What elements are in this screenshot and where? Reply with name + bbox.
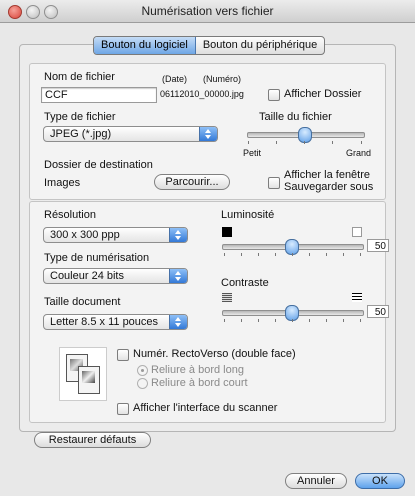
light-icon xyxy=(352,227,362,237)
slider-tick xyxy=(361,141,362,144)
slider-tick xyxy=(241,253,242,256)
select-arrows-icon xyxy=(169,228,187,242)
slider-tick xyxy=(292,319,293,322)
slider-tick xyxy=(309,319,310,322)
slider-tick xyxy=(360,319,361,322)
file-type-value: JPEG (*.jpg) xyxy=(50,128,112,140)
tab-software-button[interactable]: Bouton du logiciel xyxy=(94,37,196,54)
duplex-icon xyxy=(59,347,107,401)
restore-defaults-button[interactable]: Restaurer défauts xyxy=(34,432,151,448)
slider-tick xyxy=(292,253,293,256)
slider-tick xyxy=(275,253,276,256)
slider-tick xyxy=(275,319,276,322)
slider-tick xyxy=(258,253,259,256)
contrast-label: Contraste xyxy=(221,277,269,289)
slider-tick xyxy=(304,141,305,144)
number-label: (Numéro) xyxy=(203,74,242,84)
brightness-label: Luminosité xyxy=(221,209,275,221)
file-type-select[interactable]: JPEG (*.jpg) xyxy=(43,126,218,142)
resolution-value: 300 x 300 ppp xyxy=(50,229,120,241)
tab-bar: Bouton du logiciel Bouton du périphériqu… xyxy=(93,36,326,55)
resolution-label: Résolution xyxy=(44,209,96,221)
show-folder-checkbox[interactable] xyxy=(268,89,280,101)
slider-tick xyxy=(241,319,242,322)
slider-tick xyxy=(224,253,225,256)
slider-tick xyxy=(276,141,277,144)
show-save-as-label-1: Afficher la fenêtre xyxy=(284,169,371,181)
slider-tick xyxy=(343,253,344,256)
slider-tick xyxy=(258,319,259,322)
resolution-select[interactable]: 300 x 300 ppp xyxy=(43,227,188,243)
long-edge-radio[interactable] xyxy=(137,365,148,376)
cancel-button[interactable]: Annuler xyxy=(285,473,347,489)
dark-icon xyxy=(222,227,232,237)
file-size-label: Taille du fichier xyxy=(259,111,332,123)
slider-tick xyxy=(224,319,225,322)
select-arrows-icon xyxy=(199,127,217,141)
file-type-label: Type de fichier xyxy=(44,111,116,123)
ok-button[interactable]: OK xyxy=(355,473,405,489)
slider-tick xyxy=(248,141,249,144)
long-edge-label: Reliure à bord long xyxy=(151,364,244,376)
document-size-value: Letter 8.5 x 11 pouces xyxy=(50,316,159,328)
file-name-input[interactable]: CCF xyxy=(41,87,157,103)
short-edge-radio[interactable] xyxy=(137,378,148,389)
slider-tick xyxy=(360,253,361,256)
high-contrast-icon xyxy=(352,293,362,302)
show-folder-label: Afficher Dossier xyxy=(284,88,362,100)
date-label: (Date) xyxy=(162,74,188,84)
duplex-checkbox[interactable] xyxy=(117,349,129,361)
scan-type-select[interactable]: Couleur 24 bits xyxy=(43,268,188,284)
page-icon xyxy=(78,366,100,394)
file-name-preview: 06112010_00000.jpg xyxy=(160,89,244,99)
document-size-select[interactable]: Letter 8.5 x 11 pouces xyxy=(43,314,188,330)
slider-tick xyxy=(343,319,344,322)
slider-tick xyxy=(326,319,327,322)
file-size-min-label: Petit xyxy=(243,148,262,158)
scanner-interface-checkbox[interactable] xyxy=(117,403,129,415)
brightness-value[interactable]: 50 xyxy=(367,239,389,252)
scan-type-label: Type de numérisation xyxy=(44,252,150,264)
low-contrast-icon xyxy=(222,293,232,302)
short-edge-label: Reliure à bord court xyxy=(151,377,248,389)
destination-label: Dossier de destination xyxy=(44,159,153,171)
file-name-label: Nom de fichier xyxy=(44,71,115,83)
file-size-slider-knob[interactable] xyxy=(298,127,312,143)
scan-type-value: Couleur 24 bits xyxy=(50,270,124,282)
select-arrows-icon xyxy=(169,315,187,329)
document-size-label: Taille document xyxy=(44,296,121,308)
slider-tick xyxy=(332,141,333,144)
scanner-interface-label: Afficher l'interface du scanner xyxy=(133,402,278,414)
browse-button[interactable]: Parcourir... xyxy=(154,174,230,190)
tab-device-button[interactable]: Bouton du périphérique xyxy=(196,37,324,54)
slider-tick xyxy=(309,253,310,256)
slider-tick xyxy=(326,253,327,256)
duplex-label: Numér. RectoVerso (double face) xyxy=(133,348,296,360)
show-save-as-label-2: Sauvegarder sous xyxy=(284,181,374,193)
contrast-value[interactable]: 50 xyxy=(367,305,389,318)
window-title: Numérisation vers fichier xyxy=(141,4,274,18)
destination-value: Images xyxy=(44,177,81,189)
select-arrows-icon xyxy=(169,269,187,283)
show-save-as-checkbox[interactable] xyxy=(268,177,280,189)
file-size-max-label: Grand xyxy=(346,148,372,158)
